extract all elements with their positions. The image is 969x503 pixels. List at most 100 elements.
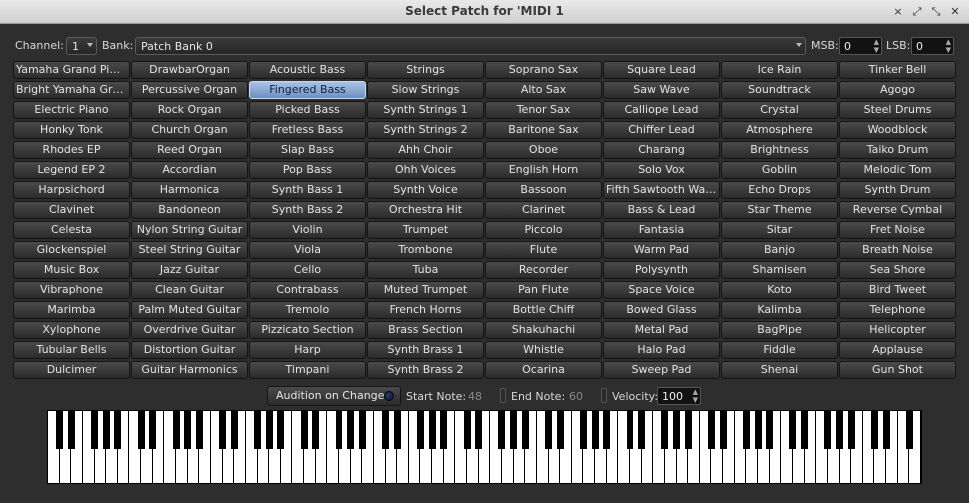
black-key[interactable] (312, 411, 320, 449)
patch-button[interactable]: Ahh Choir (367, 141, 484, 159)
patch-button[interactable]: Picked Bass (249, 101, 366, 119)
patch-button[interactable]: Taiko Drum (839, 141, 956, 159)
black-key[interactable] (603, 411, 611, 449)
black-key[interactable] (661, 411, 669, 449)
black-key[interactable] (556, 411, 564, 449)
black-key[interactable] (184, 411, 192, 449)
patch-button[interactable]: Bird Tweet (839, 281, 956, 299)
patch-button[interactable]: Yamaha Grand Piano (13, 61, 130, 79)
patch-button[interactable]: Calliope Lead (603, 101, 720, 119)
patch-button[interactable]: Synth Strings 2 (367, 121, 484, 139)
patch-button[interactable]: Contrabass (249, 281, 366, 299)
black-key[interactable] (789, 411, 797, 449)
patch-button[interactable]: Tuba (367, 261, 484, 279)
black-key[interactable] (219, 411, 227, 449)
patch-button[interactable]: Harpsichord (13, 181, 130, 199)
patch-button[interactable]: Bassoon (485, 181, 602, 199)
end-note-slider[interactable] (601, 388, 607, 403)
patch-button[interactable]: Marimba (13, 301, 130, 319)
black-key[interactable] (766, 411, 774, 449)
patch-button[interactable]: Fingered Bass (249, 81, 366, 99)
patch-button[interactable]: Overdrive Guitar (131, 321, 248, 339)
patch-button[interactable]: Acoustic Bass (249, 61, 366, 79)
patch-button[interactable]: Kalimba (721, 301, 838, 319)
patch-button[interactable]: Polysynth (603, 261, 720, 279)
black-key[interactable] (638, 411, 646, 449)
patch-button[interactable]: Soundtrack (721, 81, 838, 99)
patch-button[interactable]: Brass Section (367, 321, 484, 339)
patch-button[interactable]: Saw Wave (603, 81, 720, 99)
velocity-spinner[interactable]: 100 ▲ ▼ (657, 387, 701, 405)
patch-button[interactable]: Metal Pad (603, 321, 720, 339)
patch-button[interactable]: Guitar Harmonics (131, 361, 248, 379)
patch-button[interactable]: Electric Piano (13, 101, 130, 119)
black-key[interactable] (265, 411, 273, 449)
black-key[interactable] (475, 411, 483, 449)
patch-button[interactable]: Solo Vox (603, 161, 720, 179)
patch-button[interactable]: Vibraphone (13, 281, 130, 299)
patch-button[interactable]: Synth Drum (839, 181, 956, 199)
lsb-spinner[interactable]: 0 ▲ ▼ (911, 37, 954, 55)
black-key[interactable] (754, 411, 762, 449)
patch-button[interactable]: Tremolo (249, 301, 366, 319)
patch-button[interactable]: Whistle (485, 341, 602, 359)
patch-button[interactable]: Charang (603, 141, 720, 159)
patch-button[interactable]: Accordian (131, 161, 248, 179)
black-key[interactable] (393, 411, 401, 449)
patch-button[interactable]: Oboe (485, 141, 602, 159)
patch-button[interactable]: Warm Pad (603, 241, 720, 259)
patch-button[interactable]: Fretless Bass (249, 121, 366, 139)
patch-button[interactable]: Koto (721, 281, 838, 299)
black-key[interactable] (114, 411, 122, 449)
patch-button[interactable]: Distortion Guitar (131, 341, 248, 359)
patch-button[interactable]: Goblin (721, 161, 838, 179)
piano-keyboard[interactable] (47, 410, 922, 484)
patch-button[interactable]: Square Lead (603, 61, 720, 79)
patch-button[interactable]: Agogo (839, 81, 956, 99)
patch-button[interactable]: Fret Noise (839, 221, 956, 239)
black-key[interactable] (521, 411, 529, 449)
patch-button[interactable]: Percussive Organ (131, 81, 248, 99)
patch-button[interactable]: Dulcimer (13, 361, 130, 379)
patch-button[interactable]: Banjo (721, 241, 838, 259)
start-note-slider[interactable] (500, 388, 506, 403)
maximize-icon[interactable]: ⤡ (930, 5, 942, 18)
black-key[interactable] (801, 411, 809, 449)
patch-button[interactable]: Soprano Sax (485, 61, 602, 79)
patch-button[interactable]: Synth Strings 1 (367, 101, 484, 119)
patch-button[interactable]: Violin (249, 221, 366, 239)
patch-button[interactable]: Celesta (13, 221, 130, 239)
black-key[interactable] (626, 411, 634, 449)
patch-button[interactable]: Synth Voice (367, 181, 484, 199)
patch-button[interactable]: Ocarina (485, 361, 602, 379)
patch-button[interactable]: Shenai (721, 361, 838, 379)
patch-button[interactable]: Trombone (367, 241, 484, 259)
patch-button[interactable]: Xylophone (13, 321, 130, 339)
black-key[interactable] (463, 411, 471, 449)
patch-button[interactable]: Sitar (721, 221, 838, 239)
audition-toggle[interactable]: Audition on Change (267, 386, 401, 406)
patch-button[interactable]: Tinker Bell (839, 61, 956, 79)
patch-button[interactable]: Jazz Guitar (131, 261, 248, 279)
patch-button[interactable]: Synth Brass 2 (367, 361, 484, 379)
patch-button[interactable]: Honky Tonk (13, 121, 130, 139)
black-key[interactable] (684, 411, 692, 449)
patch-button[interactable]: Crystal (721, 101, 838, 119)
patch-button[interactable]: Slap Bass (249, 141, 366, 159)
patch-button[interactable]: Fantasia (603, 221, 720, 239)
bank-combo[interactable]: Patch Bank 0 (135, 37, 806, 55)
patch-button[interactable]: Legend EP 2 (13, 161, 130, 179)
black-key[interactable] (905, 411, 913, 449)
black-key[interactable] (300, 411, 308, 449)
black-key[interactable] (440, 411, 448, 449)
patch-button[interactable]: Brightness (721, 141, 838, 159)
patch-button[interactable]: Harp (249, 341, 366, 359)
patch-button[interactable]: Music Box (13, 261, 130, 279)
black-key[interactable] (719, 411, 727, 449)
patch-button[interactable]: Orchestra Hit (367, 201, 484, 219)
patch-button[interactable]: Palm Muted Guitar (131, 301, 248, 319)
patch-button[interactable]: Telephone (839, 301, 956, 319)
patch-button[interactable]: Applause (839, 341, 956, 359)
patch-button[interactable]: Rhodes EP (13, 141, 130, 159)
patch-button[interactable]: Synth Bass 2 (249, 201, 366, 219)
